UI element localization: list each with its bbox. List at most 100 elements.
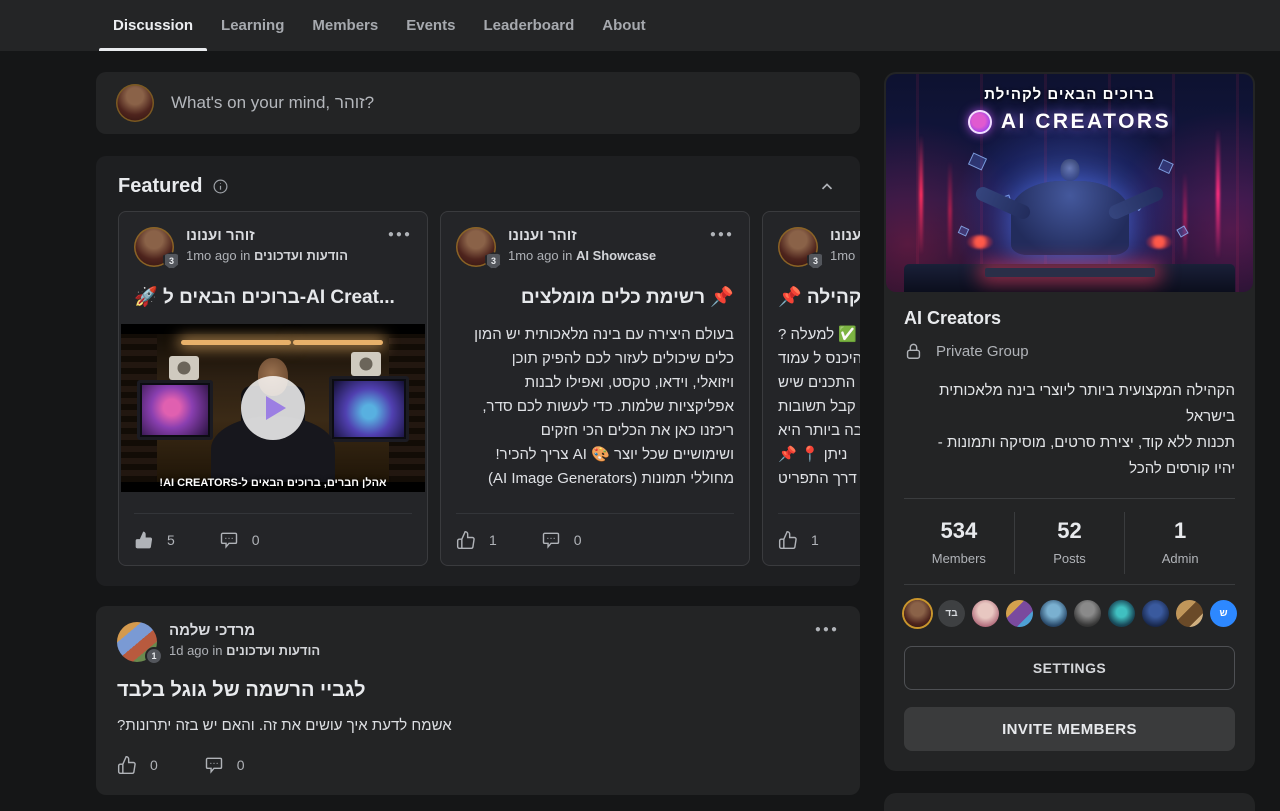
nav-tab[interactable]: Discussion bbox=[99, 0, 207, 51]
feed-post[interactable]: 1 מרדכי שלמה 1d ago in הודעות ועדכונים ●… bbox=[96, 606, 860, 795]
more-options-icon[interactable]: ●●● bbox=[710, 227, 734, 240]
speech-bubble-icon bbox=[541, 530, 561, 550]
post-time: 1mo ago in bbox=[186, 248, 250, 263]
play-icon[interactable] bbox=[241, 376, 305, 440]
speech-bubble-icon bbox=[204, 755, 224, 775]
member-avatar[interactable] bbox=[1142, 600, 1169, 627]
featured-card-rules[interactable]: 3 זוהר וענונו 1mo קהילה 📌 ✅ למעלה ?היכנס… bbox=[762, 211, 860, 566]
comment-button[interactable]: 0 bbox=[541, 530, 582, 550]
author-avatar-wrap: 3 bbox=[456, 227, 496, 267]
member-avatar[interactable] bbox=[1006, 600, 1033, 627]
author-name[interactable]: מרדכי שלמה bbox=[169, 622, 320, 639]
info-icon[interactable] bbox=[212, 178, 229, 195]
author-name[interactable]: זוהר וענונו bbox=[508, 227, 656, 244]
group-description: הקהילה המקצועית ביותר ליוצרי בינה מלאכות… bbox=[904, 378, 1235, 482]
post-title[interactable]: 🚀 ברוכים הבאים ל-AI Creat... bbox=[134, 285, 412, 311]
post-body-line: אפליקציות שלמות. כדי לעשות לכם סדר, bbox=[456, 395, 734, 419]
divider bbox=[904, 584, 1235, 585]
post-meta: 1mo bbox=[830, 248, 860, 263]
member-avatar[interactable] bbox=[972, 600, 999, 627]
member-avatar[interactable] bbox=[1108, 600, 1135, 627]
author-avatar-wrap: 3 bbox=[134, 227, 174, 267]
group-info-card: ברוכים הבאים לקהילת AI CREATORS AI Creat… bbox=[884, 72, 1255, 771]
comment-button[interactable]: 0 bbox=[204, 755, 245, 775]
author-block: מרדכי שלמה 1d ago in הודעות ועדכונים bbox=[169, 622, 320, 658]
post-body-line: ושימושיים שכל יוצר 🎨 AI צריך להכיר! bbox=[456, 443, 734, 467]
post-body-line: בה ביותר היא bbox=[778, 419, 860, 443]
card-header: 3 זוהר וענונו 1mo ago in AI Showcase ●●● bbox=[456, 227, 734, 267]
post-title[interactable]: קהילה 📌 bbox=[778, 285, 860, 311]
settings-button[interactable]: SETTINGS bbox=[904, 646, 1235, 690]
card-header: 3 זוהר וענונו 1mo ago in הודעות ועדכונים… bbox=[134, 227, 412, 267]
comment-count: 0 bbox=[237, 757, 245, 773]
post-body: ✅ למעלה ?היכנס ל עמודהתכנים שישקבל תשובו… bbox=[778, 323, 860, 491]
like-button[interactable]: 0 bbox=[117, 755, 158, 775]
post-time: 1mo ago in bbox=[508, 248, 572, 263]
post-body: בעולם היצירה עם בינה מלאכותית יש המוןכלי… bbox=[456, 323, 734, 491]
post-body-line: התכנים שיש bbox=[778, 371, 860, 395]
privacy-row: Private Group bbox=[904, 342, 1235, 361]
current-user-avatar[interactable] bbox=[116, 84, 154, 122]
featured-card-tools[interactable]: 3 זוהר וענונו 1mo ago in AI Showcase ●●●… bbox=[440, 211, 750, 566]
member-avatars-row: בד ש bbox=[904, 600, 1235, 627]
nav-tab[interactable]: Learning bbox=[207, 0, 298, 51]
like-button[interactable]: 5 bbox=[134, 530, 175, 550]
stat-value: 52 bbox=[1015, 518, 1125, 544]
post-space[interactable]: הודעות ועדכונים bbox=[226, 643, 320, 658]
card-header: 3 זוהר וענונו 1mo bbox=[778, 227, 860, 267]
invite-members-button[interactable]: INVITE MEMBERS bbox=[904, 707, 1235, 751]
comment-button[interactable]: 0 bbox=[219, 530, 260, 550]
post-time: 1mo bbox=[830, 248, 855, 263]
post-body-line: היכנס ל עמוד bbox=[778, 347, 860, 371]
nav-tab[interactable]: Leaderboard bbox=[469, 0, 588, 51]
member-avatar[interactable] bbox=[1176, 600, 1203, 627]
top-nav: DiscussionLearningMembersEventsLeaderboa… bbox=[0, 0, 1280, 51]
author-name[interactable]: זוהר וענונו bbox=[830, 227, 860, 244]
post-title[interactable]: לגביי הרשמה של גוגל בלבד bbox=[117, 679, 839, 702]
speech-bubble-icon bbox=[219, 530, 239, 550]
stat-label: Posts bbox=[1015, 551, 1125, 566]
featured-section: Featured bbox=[96, 156, 860, 586]
post-body: אשמח לדעת איך עושים את זה. והאם יש בזה י… bbox=[117, 717, 839, 734]
member-avatar[interactable] bbox=[1074, 600, 1101, 627]
author-block: זוהר וענונו 1mo ago in AI Showcase bbox=[508, 227, 656, 263]
group-stat: 1 Admin bbox=[1124, 512, 1235, 574]
author-avatar-wrap: 3 bbox=[778, 227, 818, 267]
post-body-line: מחוללי תמונות (AI Image Generators) bbox=[456, 467, 734, 491]
post-space[interactable]: AI Showcase bbox=[576, 248, 656, 263]
video-thumbnail[interactable]: אהלן חברים, ברוכים הבאים ל-AI CREATORS! bbox=[121, 324, 425, 492]
post-footer: 0 0 bbox=[117, 755, 839, 781]
composer-placeholder: What's on your mind, זוהר? bbox=[171, 93, 374, 113]
member-avatar[interactable] bbox=[904, 600, 931, 627]
member-avatar[interactable]: ש bbox=[1210, 600, 1237, 627]
member-avatar[interactable] bbox=[1040, 600, 1067, 627]
nav-tab[interactable]: About bbox=[588, 0, 659, 51]
more-options-icon[interactable]: ●●● bbox=[388, 227, 412, 240]
group-info: AI Creators Private Group הקהילה המקצועי… bbox=[886, 292, 1253, 751]
author-avatar-wrap: 1 bbox=[117, 622, 157, 662]
post-composer[interactable]: What's on your mind, זוהר? bbox=[96, 72, 860, 134]
author-block: זוהר וענונו 1mo bbox=[830, 227, 860, 263]
more-options-icon[interactable]: ●●● bbox=[815, 622, 839, 635]
post-title[interactable]: 📌 רשימת כלים מומלצים bbox=[456, 285, 734, 311]
privacy-label: Private Group bbox=[936, 343, 1029, 360]
comment-count: 0 bbox=[574, 532, 582, 548]
like-button[interactable]: 1 bbox=[778, 530, 819, 550]
card-footer: 1 0 bbox=[456, 513, 734, 565]
author-name[interactable]: זוהר וענונו bbox=[186, 227, 348, 244]
post-space[interactable]: הודעות ועדכונים bbox=[254, 248, 348, 263]
like-button[interactable]: 1 bbox=[456, 530, 497, 550]
like-count: 0 bbox=[150, 757, 158, 773]
author-block: זוהר וענונו 1mo ago in הודעות ועדכונים bbox=[186, 227, 348, 263]
chevron-up-icon[interactable] bbox=[818, 178, 836, 196]
featured-cards-row: 3 זוהר וענונו 1mo ago in הודעות ועדכונים… bbox=[96, 211, 860, 566]
nav-tab[interactable]: Members bbox=[298, 0, 392, 51]
member-avatar[interactable]: בד bbox=[938, 600, 965, 627]
nav-tabs: DiscussionLearningMembersEventsLeaderboa… bbox=[99, 0, 660, 51]
featured-card-welcome[interactable]: 3 זוהר וענונו 1mo ago in הודעות ועדכונים… bbox=[118, 211, 428, 566]
cover-welcome-text: ברוכים הבאים לקהילת bbox=[886, 86, 1253, 103]
nav-tab[interactable]: Events bbox=[392, 0, 469, 51]
group-stat: 534 Members bbox=[904, 512, 1014, 574]
stat-label: Admin bbox=[1125, 551, 1235, 566]
card-footer: 5 0 bbox=[134, 513, 412, 565]
